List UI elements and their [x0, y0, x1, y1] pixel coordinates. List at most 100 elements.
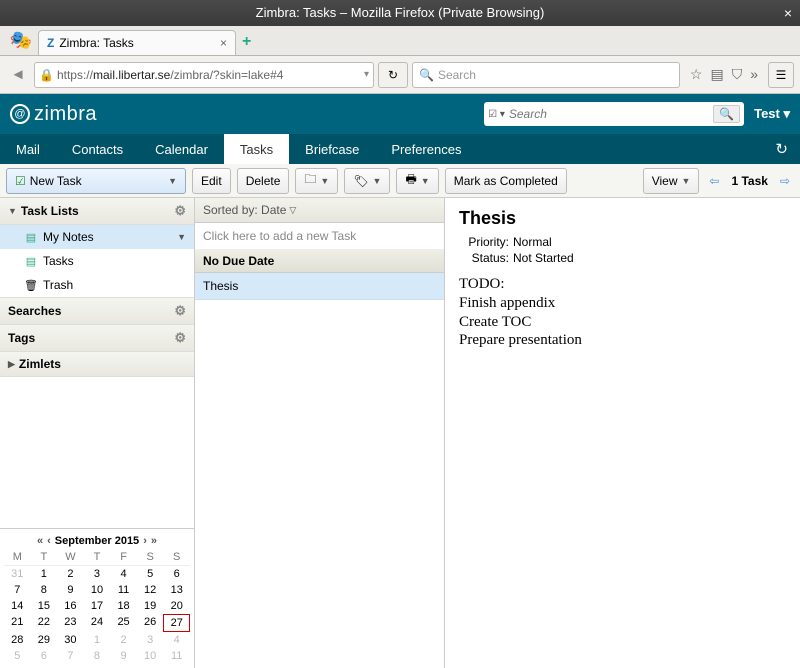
delete-button[interactable]: Delete — [237, 168, 290, 194]
cal-day[interactable]: 13 — [163, 582, 190, 598]
cal-day[interactable]: 11 — [110, 582, 137, 598]
tab-contacts[interactable]: Contacts — [56, 134, 139, 164]
cal-day[interactable]: 1 — [84, 632, 111, 648]
cal-day[interactable]: 5 — [4, 648, 31, 664]
cal-prev-month-button[interactable]: ‹ — [47, 535, 51, 547]
url-dropdown-icon[interactable]: ▾ — [364, 69, 369, 80]
searches-header[interactable]: Searches⚙ — [0, 298, 194, 325]
cal-day[interactable]: 22 — [31, 614, 58, 632]
cal-day[interactable]: 24 — [84, 614, 111, 632]
tab-mail[interactable]: Mail — [0, 134, 56, 164]
cal-day[interactable]: 31 — [4, 566, 31, 582]
search-submit-icon[interactable]: 🔍 — [713, 105, 740, 123]
task-row[interactable]: Thesis — [195, 273, 444, 300]
cal-day[interactable]: 4 — [163, 632, 190, 648]
cal-day[interactable]: 3 — [137, 632, 164, 648]
cal-day[interactable]: 4 — [110, 566, 137, 582]
tab-preferences[interactable]: Preferences — [375, 134, 477, 164]
cal-day[interactable]: 15 — [31, 598, 58, 614]
gear-icon[interactable]: ⚙ — [174, 330, 186, 346]
gear-icon[interactable]: ⚙ — [174, 203, 186, 219]
zimbra-search-box[interactable]: ☑ ▾ 🔍 — [484, 102, 744, 126]
sidebar-item-trash[interactable]: 🗑 Trash — [0, 273, 194, 297]
cal-day[interactable]: 8 — [84, 648, 111, 664]
gear-icon[interactable]: ⚙ — [174, 303, 186, 319]
chevron-down-icon[interactable]: ▼ — [168, 176, 177, 186]
cal-day[interactable]: 21 — [4, 614, 31, 632]
cal-day[interactable]: 23 — [57, 614, 84, 632]
shield-icon[interactable]: ⛉ — [732, 66, 743, 83]
print-button[interactable]: 🖶▼ — [396, 168, 438, 194]
cal-day[interactable]: 2 — [110, 632, 137, 648]
next-task-button[interactable]: ⇨ — [776, 174, 794, 188]
task-count-label: 1 Task — [731, 174, 767, 188]
tab-briefcase[interactable]: Briefcase — [289, 134, 375, 164]
overflow-icon[interactable]: » — [750, 66, 758, 83]
bookmark-star-icon[interactable]: ☆ — [690, 66, 703, 83]
url-bar[interactable]: 🔒 https://mail.libertar.se/zimbra/?skin=… — [34, 62, 374, 88]
cal-day[interactable]: 18 — [110, 598, 137, 614]
cal-day[interactable]: 19 — [137, 598, 164, 614]
tab-close-icon[interactable]: × — [220, 36, 227, 50]
window-close-button[interactable]: × — [784, 0, 792, 26]
cal-next-month-button[interactable]: › — [143, 535, 147, 547]
prev-task-button[interactable]: ⇦ — [705, 174, 723, 188]
cal-day[interactable]: 8 — [31, 582, 58, 598]
tab-tasks[interactable]: Tasks — [224, 134, 289, 164]
cal-day[interactable]: 14 — [4, 598, 31, 614]
tags-header[interactable]: Tags⚙ — [0, 325, 194, 352]
zimbra-search-input[interactable] — [509, 107, 713, 121]
view-button[interactable]: View ▼ — [643, 168, 700, 194]
cal-day[interactable]: 7 — [4, 582, 31, 598]
cal-day[interactable]: 3 — [84, 566, 111, 582]
user-menu[interactable]: Test ▾ — [754, 106, 790, 122]
cal-day[interactable]: 10 — [84, 582, 111, 598]
cal-day[interactable]: 27 — [163, 614, 190, 632]
cal-day[interactable]: 30 — [57, 632, 84, 648]
cal-day[interactable]: 29 — [31, 632, 58, 648]
cal-day[interactable]: 2 — [57, 566, 84, 582]
cal-day[interactable]: 7 — [57, 648, 84, 664]
zimbra-logo[interactable]: @ zimbra — [10, 103, 97, 126]
reload-button[interactable]: ↻ — [378, 62, 408, 88]
browser-search-input[interactable]: 🔍 Search — [412, 62, 680, 88]
cal-day[interactable]: 20 — [163, 598, 190, 614]
folder-action-button[interactable]: 🗀▼ — [295, 168, 338, 194]
reader-icon[interactable]: ▤ — [710, 66, 723, 83]
cal-day[interactable]: 9 — [110, 648, 137, 664]
cal-day[interactable]: 12 — [137, 582, 164, 598]
cal-day[interactable]: 11 — [163, 648, 190, 664]
sidebar-item-tasks[interactable]: ▤ Tasks — [0, 249, 194, 273]
cal-day[interactable]: 26 — [137, 614, 164, 632]
cal-next-year-button[interactable]: » — [151, 535, 157, 547]
mark-completed-button[interactable]: Mark as Completed — [445, 168, 567, 194]
browser-tab[interactable]: Z Zimbra: Tasks × — [38, 30, 236, 55]
new-task-button[interactable]: ☑ New Task ▼ — [6, 168, 186, 194]
cal-day[interactable]: 16 — [57, 598, 84, 614]
cal-day[interactable]: 28 — [4, 632, 31, 648]
cal-day[interactable]: 1 — [31, 566, 58, 582]
back-button[interactable]: ◄ — [6, 63, 30, 87]
task-lists-header[interactable]: ▼ Task Lists ⚙ — [0, 198, 194, 225]
cal-day[interactable]: 10 — [137, 648, 164, 664]
zimlets-header[interactable]: ▶Zimlets — [0, 352, 194, 377]
cal-prev-year-button[interactable]: « — [37, 535, 43, 547]
new-tab-button[interactable]: + — [242, 33, 251, 51]
hamburger-menu-button[interactable]: ☰ — [768, 62, 794, 88]
tab-calendar[interactable]: Calendar — [139, 134, 224, 164]
search-scope-icon[interactable]: ☑ ▾ — [488, 109, 505, 120]
add-task-hint[interactable]: Click here to add a new Task — [195, 223, 444, 250]
sidebar-item-my-notes[interactable]: ▤ My Notes ▼ — [0, 225, 194, 249]
cal-day[interactable]: 17 — [84, 598, 111, 614]
sidebar: ▼ Task Lists ⚙ ▤ My Notes ▼ ▤ Tasks 🗑 Tr… — [0, 198, 195, 668]
edit-button[interactable]: Edit — [192, 168, 231, 194]
task-list-sorter[interactable]: Sorted by: Date ▽ — [195, 198, 444, 223]
chevron-down-icon[interactable]: ▼ — [177, 232, 186, 242]
cal-day[interactable]: 25 — [110, 614, 137, 632]
cal-day[interactable]: 5 — [137, 566, 164, 582]
cal-day[interactable]: 6 — [31, 648, 58, 664]
refresh-button[interactable]: ↻ — [763, 134, 800, 164]
tag-action-button[interactable]: 🏷▼ — [344, 168, 390, 194]
cal-day[interactable]: 6 — [163, 566, 190, 582]
cal-day[interactable]: 9 — [57, 582, 84, 598]
